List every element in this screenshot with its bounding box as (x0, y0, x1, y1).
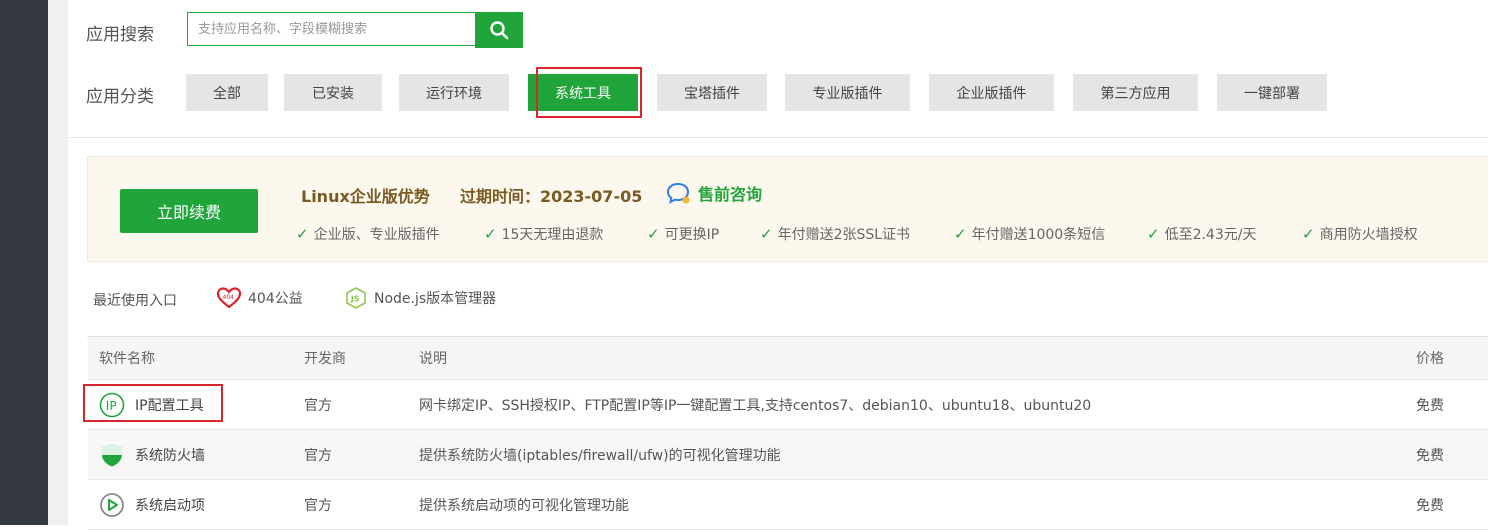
table-header-row: 软件名称 开发商 说明 价格 (88, 337, 1488, 380)
heart-404-icon: 404 (216, 287, 242, 309)
main-panel: 应用搜索 应用分类 全部 已安装 运行环境 系统工具 宝塔插件 专业版插件 企业… (68, 0, 1488, 530)
check-icon: ✓ (1302, 225, 1315, 243)
feature-item: ✓ 低至2.43元/天 (1147, 224, 1302, 244)
feature-label: 企业版、专业版插件 (313, 227, 440, 243)
check-icon: ✓ (647, 225, 660, 243)
software-price: 免费 (1416, 447, 1444, 464)
feature-item: ✓ 企业版、专业版插件 (296, 224, 484, 244)
software-price: 免费 (1416, 397, 1444, 414)
search-button[interactable] (475, 12, 523, 48)
renew-button[interactable]: 立即续费 (120, 189, 258, 233)
feature-item: ✓ 年付赠送2张SSL证书 (760, 224, 954, 244)
feature-label: 年付赠送2张SSL证书 (777, 227, 911, 243)
recent-item-404[interactable]: 404 404公益 (216, 286, 303, 310)
search-input[interactable] (187, 12, 475, 46)
software-table: 软件名称 开发商 说明 价格 IP IP配置工具 官方 网卡绑定IP、SSH授权… (87, 336, 1488, 530)
software-description: 提供系统防火墙(iptables/firewall/ufw)的可视化管理功能 (419, 447, 781, 464)
search-icon (490, 21, 509, 40)
category-pro-plugins[interactable]: 专业版插件 (785, 74, 910, 111)
feature-item: ✓ 年付赠送1000条短信 (954, 224, 1147, 244)
play-icon (100, 492, 124, 517)
recent-item-nodejs[interactable]: JS Node.js版本管理器 (344, 286, 496, 310)
check-icon: ✓ (484, 225, 497, 243)
software-price: 免费 (1416, 497, 1444, 514)
header-price: 价格 (1416, 351, 1444, 367)
software-developer: 官方 (304, 447, 332, 464)
feature-label: 低至2.43元/天 (1164, 227, 1257, 243)
svg-text:IP: IP (106, 399, 117, 413)
header-name: 软件名称 (99, 351, 155, 367)
check-icon: ✓ (296, 225, 309, 243)
software-name-cell[interactable]: 系统防火墙 (99, 430, 205, 479)
table-row[interactable]: 系统启动项 官方 提供系统启动项的可视化管理功能 免费 (88, 480, 1488, 530)
feature-item: ✓ 15天无理由退款 (484, 224, 647, 244)
software-name: 系统启动项 (135, 497, 205, 514)
search-label: 应用搜索 (86, 25, 154, 45)
category-third-party[interactable]: 第三方应用 (1073, 74, 1198, 111)
category-all[interactable]: 全部 (186, 74, 268, 111)
category-runtime[interactable]: 运行环境 (399, 74, 509, 111)
promo-title: Linux企业版优势 (301, 187, 430, 206)
header-developer: 开发商 (304, 351, 346, 367)
feature-item: ✓ 商用防火墙授权 (1302, 224, 1418, 244)
feature-label: 年付赠送1000条短信 (971, 227, 1106, 243)
category-system-tools[interactable]: 系统工具 (528, 74, 638, 111)
feature-label: 商用防火墙授权 (1319, 227, 1418, 243)
feature-item: ✓ 可更换IP (647, 224, 760, 244)
software-name-cell[interactable]: 系统启动项 (99, 480, 205, 529)
recent-item-label: 404公益 (248, 291, 303, 307)
software-developer: 官方 (304, 397, 332, 414)
category-one-click-deploy[interactable]: 一键部署 (1217, 74, 1327, 111)
check-icon: ✓ (954, 225, 967, 243)
left-sidebar (0, 0, 48, 525)
software-developer: 官方 (304, 497, 332, 514)
category-label: 应用分类 (86, 87, 154, 107)
table-row[interactable]: IP IP配置工具 官方 网卡绑定IP、SSH授权IP、FTP配置IP等IP一键… (88, 380, 1488, 430)
svg-text:JS: JS (350, 295, 360, 304)
software-description: 提供系统启动项的可视化管理功能 (419, 497, 629, 514)
nodejs-icon: JS (346, 287, 366, 309)
sidebar-gutter (48, 0, 68, 525)
software-name-cell[interactable]: IP IP配置工具 (99, 380, 204, 429)
category-bt-plugins[interactable]: 宝塔插件 (657, 74, 767, 111)
ip-icon: IP (99, 392, 125, 417)
expire-date: 过期时间：2023-07-05 (460, 187, 643, 206)
recent-item-label: Node.js版本管理器 (374, 291, 497, 307)
presales-consult-label: 售前咨询 (698, 185, 763, 204)
promo-banner: 立即续费 Linux企业版优势 过期时间：2023-07-05 售前咨询 ✓ 企业… (87, 156, 1488, 262)
category-installed[interactable]: 已安装 (284, 74, 382, 111)
software-name: 系统防火墙 (135, 447, 205, 464)
software-description: 网卡绑定IP、SSH授权IP、FTP配置IP等IP一键配置工具,支持centos… (419, 397, 1092, 414)
presales-consult-link[interactable]: 售前咨询 (666, 181, 762, 205)
feature-list: ✓ 企业版、专业版插件 ✓ 15天无理由退款 ✓ 可更换IP ✓ 年付赠送2张SSL证书… (296, 224, 1418, 244)
section-divider (68, 137, 1488, 138)
table-row[interactable]: 系统防火墙 官方 提供系统防火墙(iptables/firewall/ufw)的… (88, 430, 1488, 480)
recent-label: 最近使用入口 (93, 293, 177, 309)
feature-label: 可更换IP (664, 227, 720, 243)
header-description: 说明 (419, 351, 447, 367)
svg-text:404: 404 (223, 294, 235, 301)
shield-icon (102, 443, 122, 466)
check-icon: ✓ (760, 225, 773, 243)
software-name: IP配置工具 (135, 397, 204, 414)
check-icon: ✓ (1147, 225, 1160, 243)
chat-bubble-icon (666, 182, 690, 204)
category-enterprise-plugins[interactable]: 企业版插件 (929, 74, 1054, 111)
feature-label: 15天无理由退款 (501, 227, 604, 243)
